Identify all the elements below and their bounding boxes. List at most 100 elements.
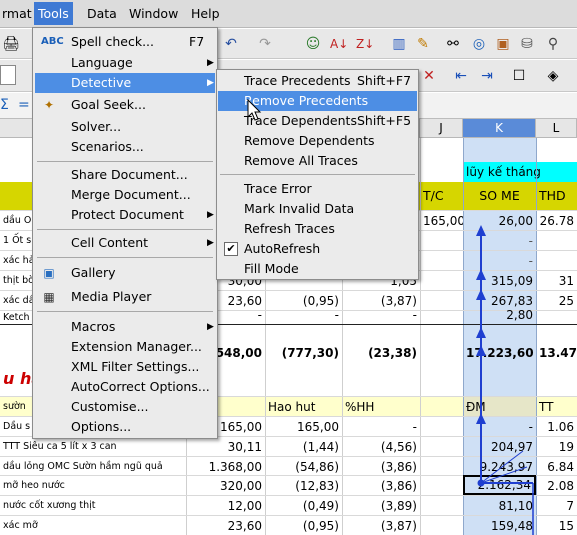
menu-item-solver[interactable]: Solver... — [35, 117, 215, 137]
menu-item-customise[interactable]: Customise... — [35, 397, 215, 417]
menu-item-trace-error[interactable]: Trace Error — [218, 179, 417, 199]
navigator-icon[interactable]: ☺ — [304, 36, 322, 52]
cell[interactable]: (777,30) — [265, 343, 342, 363]
cell[interactable]: TT — [536, 397, 577, 417]
menu-item-autocorrect-options[interactable]: AutoCorrect Options... — [35, 377, 215, 397]
gallery-icon[interactable]: ▣ — [494, 36, 512, 52]
menu-item-label: Refresh Traces — [244, 221, 335, 236]
menu-item-spell-check[interactable]: ABC Spell check... F7 — [35, 32, 215, 52]
menu-item-fill-mode[interactable]: Fill Mode — [218, 259, 417, 279]
function-icon[interactable]: Σ — [0, 97, 9, 113]
menu-item-options[interactable]: Options... — [35, 417, 215, 437]
menu-item-remove-dependents[interactable]: Remove Dependents — [218, 131, 417, 151]
cell[interactable]: (3,86) — [342, 476, 420, 496]
indent-increase-icon[interactable]: ⇥ — [478, 68, 496, 84]
undo-icon[interactable]: ↶ — [222, 36, 240, 52]
cell[interactable]: 2.08 — [536, 476, 577, 496]
menu-separator — [37, 311, 213, 312]
menu-item-scenarios[interactable]: Scenarios... — [35, 137, 215, 157]
cell[interactable]: 165,00 — [420, 211, 463, 231]
menu-help[interactable]: Help — [187, 5, 224, 22]
cell[interactable]: (23,38) — [342, 343, 420, 363]
redo-icon[interactable]: ↷ — [256, 36, 274, 52]
cell[interactable]: 12,00 — [186, 496, 265, 516]
cell[interactable]: 320,00 — [186, 476, 265, 496]
navigator-compass-icon[interactable]: ◎ — [470, 36, 488, 52]
zoom-icon[interactable]: ⚲ — [544, 36, 562, 52]
sort-descending-icon[interactable]: Z↓ — [356, 36, 374, 52]
cell[interactable]: (54,86) — [265, 457, 342, 477]
menu-item-goal-seek[interactable]: ✦ Goal Seek... — [35, 95, 215, 115]
menu-item-language[interactable]: Language ▶ — [35, 53, 215, 73]
menu-item-detective[interactable]: Detective ▶ — [35, 73, 215, 93]
cell[interactable]: 1.06 — [536, 417, 577, 437]
cell[interactable]: 13.47 — [536, 343, 577, 363]
cell[interactable]: 1.368,00 — [186, 457, 265, 477]
menu-data[interactable]: Data — [83, 5, 121, 22]
menu-tools[interactable]: Tools — [34, 2, 73, 25]
submenu-arrow-icon: ▶ — [207, 238, 214, 248]
cell[interactable]: 6.84 — [536, 457, 577, 477]
font-name-box[interactable] — [0, 65, 16, 85]
cell[interactable]: 30,11 — [186, 437, 265, 457]
cell[interactable]: (4,56) — [342, 437, 420, 457]
menu-item-label: Scenarios... — [71, 139, 144, 154]
menu-item-protect-document[interactable]: Protect Document ▶ — [35, 205, 215, 225]
column-header-j[interactable]: J — [420, 119, 463, 138]
menu-item-share-document[interactable]: Share Document... — [35, 165, 215, 185]
menu-item-gallery[interactable]: ▣ Gallery — [35, 263, 215, 283]
cell[interactable]: (3,89) — [342, 496, 420, 516]
menu-item-refresh-traces[interactable]: Refresh Traces — [218, 219, 417, 239]
menu-item-cell-content[interactable]: Cell Content ▶ — [35, 233, 215, 253]
menu-item-shortcut: Shift+F5 — [357, 113, 412, 128]
cell[interactable]: - — [342, 307, 420, 324]
indent-decrease-icon[interactable]: ⇤ — [452, 68, 470, 84]
binoculars-icon[interactable]: ⚯ — [444, 36, 462, 52]
menu-item-merge-document[interactable]: Merge Document... — [35, 185, 215, 205]
menu-item-extension-manager[interactable]: Extension Manager... — [35, 337, 215, 357]
menu-item-mark-invalid-data[interactable]: Mark Invalid Data — [218, 199, 417, 219]
cell[interactable]: %HH — [342, 397, 420, 417]
menu-format[interactable]: rmat — [0, 5, 36, 22]
delete-icon[interactable]: ✕ — [420, 68, 438, 84]
menu-item-xml-filter-settings[interactable]: XML Filter Settings... — [35, 357, 215, 377]
cell[interactable]: (3,86) — [342, 457, 420, 477]
trace-arrowhead — [476, 269, 486, 280]
cell[interactable]: 7 — [536, 496, 577, 516]
sort-ascending-icon[interactable]: A↓ — [330, 36, 348, 52]
menu-item-media-player[interactable]: ▦ Media Player — [35, 287, 215, 307]
cell[interactable]: (1,44) — [265, 437, 342, 457]
cell[interactable]: (3,87) — [342, 516, 420, 535]
cell[interactable]: 23,60 — [186, 516, 265, 535]
cell[interactable]: 31 — [536, 271, 577, 291]
menu-item-autorefresh[interactable]: ✔ AutoRefresh — [218, 239, 417, 259]
menu-item-trace-precedents[interactable]: Trace Precedents Shift+F7 — [218, 71, 417, 91]
cell[interactable]: (0,95) — [265, 516, 342, 535]
menu-item-label: AutoRefresh — [244, 241, 321, 256]
cell[interactable]: - — [342, 417, 420, 437]
cell[interactable]: 25 — [536, 291, 577, 311]
menu-item-label: Merge Document... — [71, 187, 191, 202]
background-color-icon[interactable]: ◈ — [544, 68, 562, 84]
cell[interactable]: 165,00 — [265, 417, 342, 437]
chart-icon[interactable]: ▥ — [390, 36, 408, 52]
cell[interactable]: (0,49) — [265, 496, 342, 516]
menu-item-remove-all-traces[interactable]: Remove All Traces — [218, 151, 417, 171]
column-header-l[interactable]: L — [536, 119, 577, 138]
menu-item-label: Customise... — [71, 399, 149, 414]
cell[interactable]: - — [265, 307, 342, 324]
borders-icon[interactable]: ☐ — [510, 68, 528, 84]
draw-icon[interactable]: ✎ — [414, 36, 432, 52]
cell[interactable]: 26.78 — [536, 211, 577, 231]
menu-item-macros[interactable]: Macros ▶ — [35, 317, 215, 337]
row-label: dầu lỏng OMC Sườn hầm ngũ quả — [3, 461, 163, 472]
cell[interactable]: 19 — [536, 437, 577, 457]
cell[interactable]: (12,83) — [265, 476, 342, 496]
datasource-icon[interactable]: ⛁ — [518, 36, 536, 52]
cell[interactable]: 15 — [536, 516, 577, 535]
print-icon[interactable]: 🖨 — [2, 36, 20, 52]
menu-window[interactable]: Window — [125, 5, 182, 22]
cell[interactable]: Hao hut — [265, 397, 342, 417]
equals-icon[interactable]: = — [18, 97, 30, 113]
column-header-k[interactable]: K — [463, 119, 536, 138]
